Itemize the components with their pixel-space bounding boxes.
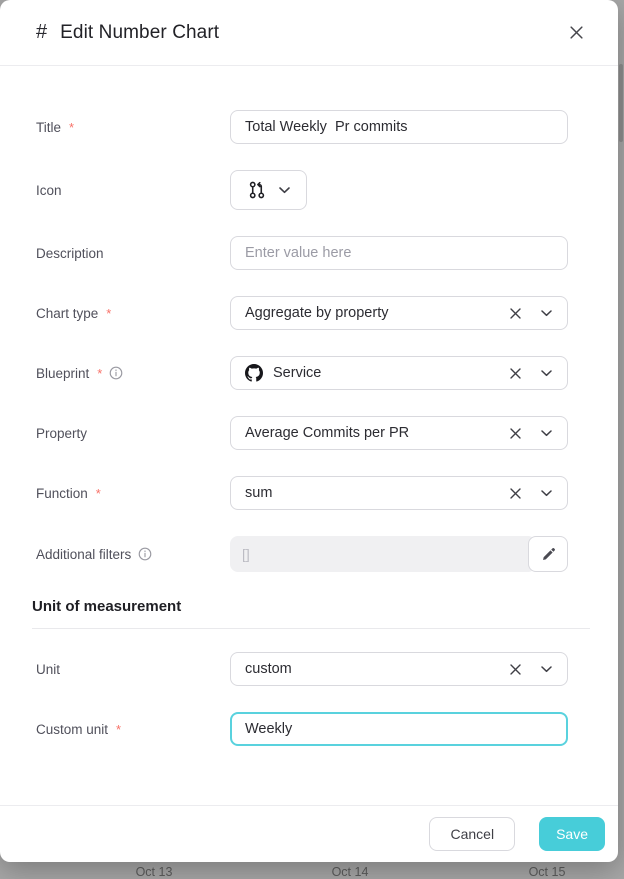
pencil-icon	[541, 547, 556, 562]
github-icon	[245, 364, 263, 382]
field-row-property: Property Average Commits per PR	[36, 416, 568, 450]
clear-icon[interactable]	[507, 305, 524, 322]
field-row-blueprint: Blueprint* Service	[36, 356, 568, 390]
icon-label: Icon	[36, 183, 230, 198]
field-row-additional-filters: Additional filters []	[36, 536, 568, 572]
required-mark: *	[116, 722, 121, 737]
field-row-function: Function* sum	[36, 476, 568, 510]
unit-value: custom	[245, 661, 507, 677]
modal-body: Title* Icon	[0, 66, 618, 805]
clear-icon[interactable]	[507, 425, 524, 442]
modal-title-group: # Edit Number Chart	[36, 21, 219, 44]
save-button[interactable]: Save	[539, 817, 605, 851]
property-value: Average Commits per PR	[245, 425, 507, 441]
blueprint-label: Blueprint*	[36, 366, 230, 381]
field-row-title: Title*	[36, 110, 568, 144]
chart-type-select[interactable]: Aggregate by property	[230, 296, 568, 330]
title-input[interactable]	[230, 110, 568, 144]
info-icon[interactable]	[109, 366, 123, 380]
chart-type-value: Aggregate by property	[245, 305, 507, 321]
page-scrollbar	[619, 64, 623, 142]
chevron-down-icon[interactable]	[539, 488, 554, 499]
clear-icon[interactable]	[507, 485, 524, 502]
title-label: Title*	[36, 120, 230, 135]
close-icon[interactable]	[565, 21, 588, 44]
chevron-down-icon[interactable]	[539, 664, 554, 675]
modal-title: Edit Number Chart	[60, 22, 219, 44]
required-mark: *	[96, 486, 101, 501]
function-label: Function*	[36, 486, 230, 501]
clear-icon[interactable]	[507, 661, 524, 678]
field-row-unit: Unit custom	[36, 652, 568, 686]
field-row-description: Description	[36, 236, 568, 270]
clear-icon[interactable]	[507, 365, 524, 382]
field-row-custom-unit: Custom unit*	[36, 712, 568, 746]
edit-filters-button[interactable]	[528, 536, 568, 572]
custom-unit-label: Custom unit*	[36, 722, 230, 737]
chevron-down-icon[interactable]	[539, 368, 554, 379]
section-divider	[32, 628, 590, 629]
icon-select[interactable]	[230, 170, 307, 210]
unit-section-title: Unit of measurement	[32, 598, 568, 615]
description-input[interactable]	[230, 236, 568, 270]
blueprint-select[interactable]: Service	[230, 356, 568, 390]
chevron-down-icon	[279, 187, 290, 194]
cancel-button[interactable]: Cancel	[429, 817, 515, 851]
chart-type-label: Chart type*	[36, 306, 230, 321]
property-label: Property	[36, 426, 230, 441]
backdrop-axis-label: Oct 15	[529, 865, 566, 879]
function-value: sum	[245, 485, 507, 501]
chevron-down-icon[interactable]	[539, 428, 554, 439]
modal-header: # Edit Number Chart	[0, 0, 618, 66]
unit-select[interactable]: custom	[230, 652, 568, 686]
required-mark: *	[97, 366, 102, 381]
property-select[interactable]: Average Commits per PR	[230, 416, 568, 450]
additional-filters-label: Additional filters	[36, 547, 230, 562]
info-icon[interactable]	[138, 547, 152, 561]
backdrop-axis-label: Oct 14	[332, 865, 369, 879]
chevron-down-icon[interactable]	[539, 308, 554, 319]
unit-label: Unit	[36, 662, 230, 677]
blueprint-value: Service	[245, 364, 507, 382]
field-row-icon: Icon	[36, 170, 568, 210]
description-label: Description	[36, 246, 230, 261]
required-mark: *	[69, 120, 74, 135]
custom-unit-input[interactable]	[230, 712, 568, 746]
git-pull-request-icon	[248, 181, 266, 199]
required-mark: *	[106, 306, 111, 321]
hash-icon: #	[36, 21, 47, 44]
edit-number-chart-modal: # Edit Number Chart Title* Icon	[0, 0, 618, 862]
backdrop-axis-label: Oct 13	[136, 865, 173, 879]
field-row-chart-type: Chart type* Aggregate by property	[36, 296, 568, 330]
function-select[interactable]: sum	[230, 476, 568, 510]
additional-filters-input: []	[230, 536, 536, 572]
modal-footer: Cancel Save	[0, 805, 618, 862]
